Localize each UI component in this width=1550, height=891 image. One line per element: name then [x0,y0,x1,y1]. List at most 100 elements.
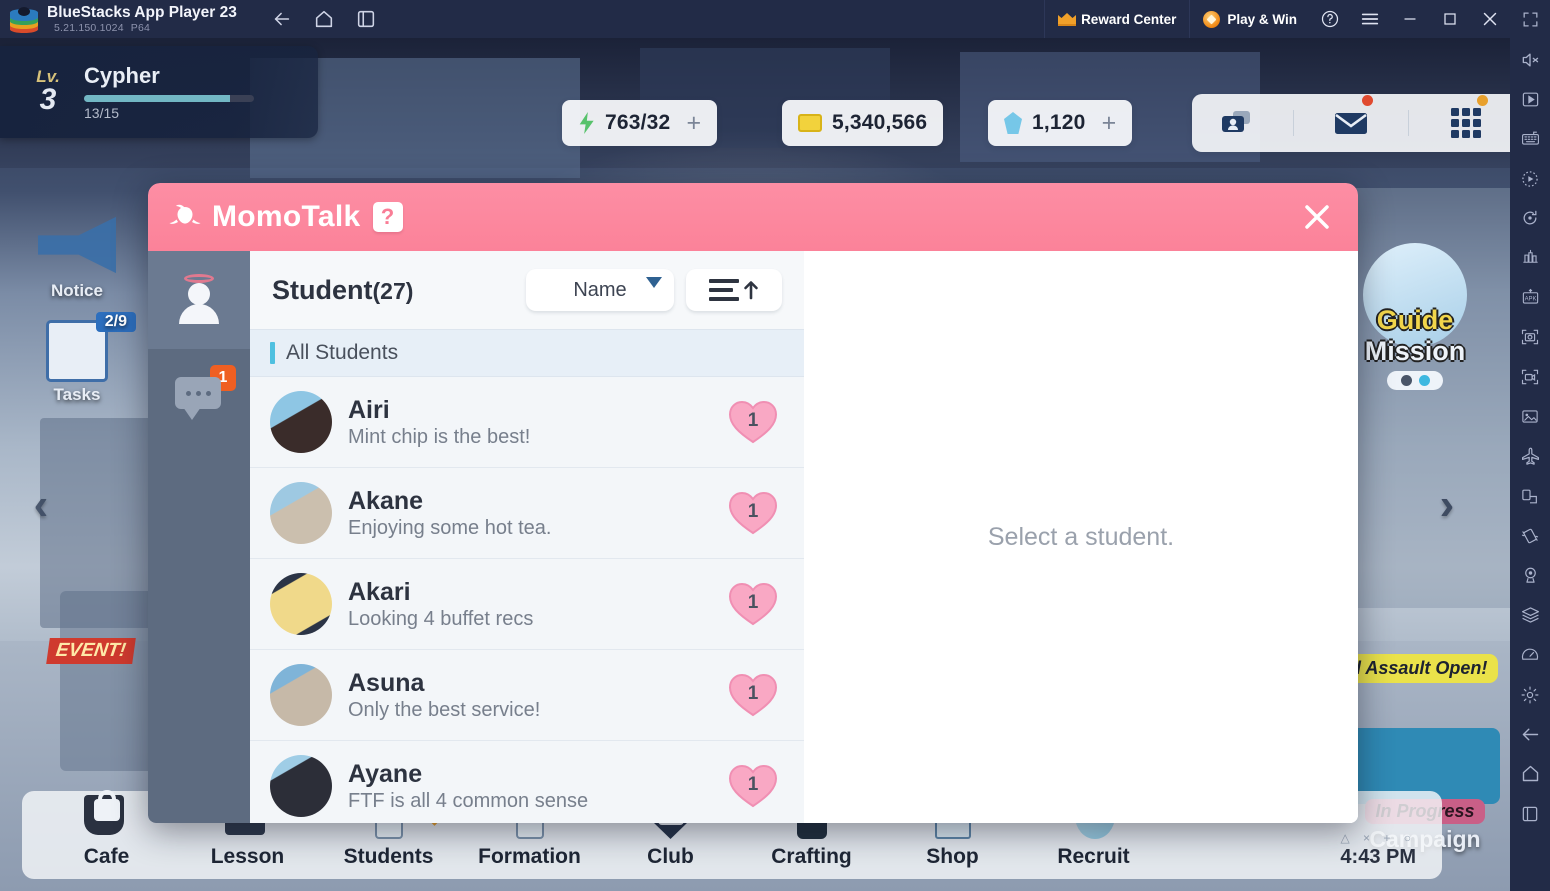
back-icon[interactable] [1510,714,1550,754]
titlebar-text-block: BlueStacks App Player 23 5.21.150.1024 P6… [47,4,237,34]
friends-icon[interactable] [1204,103,1268,143]
currency-gems[interactable]: 1,120 + [988,100,1133,146]
tasks-button[interactable]: 2/9 Tasks [22,312,136,405]
nav-label-club: Club [647,845,694,868]
currency-energy[interactable]: 763/32 + [562,100,718,146]
add-gems-button[interactable]: + [1102,109,1117,138]
avatar [270,664,332,726]
student-message: Only the best service! [348,698,541,721]
help-button[interactable]: ? [372,202,403,232]
sort-by-dropdown[interactable]: Name [526,269,674,311]
reward-center-button[interactable]: Reward Center [1044,0,1189,38]
recents-icon[interactable] [1510,794,1550,834]
student-group-row[interactable]: All Students [250,329,804,377]
divider [1293,110,1295,136]
apps-notification-dot [1476,95,1488,106]
group-accent-bar [270,342,275,364]
apps-grid-icon[interactable] [1434,95,1498,143]
close-icon[interactable] [1470,0,1510,38]
guide-mission-line1: Guide [1376,305,1454,335]
multi-instance-icon[interactable] [349,4,383,34]
rotate-icon[interactable] [1510,198,1550,238]
student-name: Akari [348,577,411,606]
student-info: Asuna Only the best service! [348,669,728,722]
momotalk-tab-rail: 1 [148,251,250,823]
home-icon[interactable] [307,4,341,34]
prev-page-arrow[interactable]: ‹ [18,478,64,532]
nav-label-recruit: Recruit [1057,845,1130,868]
install-apk-icon[interactable]: APK [1510,278,1550,318]
sort-by-value: Name [573,278,627,301]
tasks-badge: 2/9 [95,312,136,332]
heart-icon: 1 [728,490,778,536]
event-tag[interactable]: EVENT! [46,638,136,664]
mute-icon[interactable] [1510,40,1550,80]
group-label: All Students [286,341,399,364]
macro-play-icon[interactable] [1510,159,1550,199]
momotalk-body: 1 Student(27) Name All Students Airi Min… [148,251,1358,823]
nav-label-shop: Shop [926,845,979,868]
airplane-mode-icon[interactable] [1510,437,1550,477]
keyboard-controls-icon[interactable] [1510,119,1550,159]
table-row[interactable]: Akane Enjoying some hot tea. 1 [250,468,804,559]
screenshot-icon[interactable] [1510,318,1550,358]
back-icon[interactable] [265,4,299,34]
level-value: 3 [39,83,57,116]
table-row[interactable]: Airi Mint chip is the best! 1 [250,377,804,468]
currency-gems-value: 1,120 [1032,111,1086,134]
bluestacks-titlebar: BlueStacks App Player 23 5.21.150.1024 P6… [0,0,1550,38]
gem-icon [1004,112,1022,134]
pointer-overlay-icon[interactable] [1510,79,1550,119]
student-info: Akane Enjoying some hot tea. [348,487,728,540]
table-row[interactable]: Akari Looking 4 buffet recs 1 [250,559,804,650]
performance-meter-icon[interactable] [1510,635,1550,675]
android-nav-symbols: △ × + ○ [1340,831,1416,845]
assault-banner[interactable]: l Assault Open! [1345,654,1499,683]
student-avatar-icon [173,274,225,326]
media-manager-icon[interactable] [1510,397,1550,437]
next-page-arrow[interactable]: › [1424,478,1470,532]
student-list-title: Student(27) [272,275,526,306]
shake-icon[interactable] [1510,516,1550,556]
maximize-icon[interactable] [1430,0,1470,38]
student-detail-panel: Select a student. [804,251,1358,823]
arrow-up-icon [744,281,758,300]
students-tab[interactable] [148,251,250,349]
guide-mission-button[interactable]: Guide Mission [1335,243,1495,390]
table-row[interactable]: Asuna Only the best service! 1 [250,650,804,741]
sort-order-button[interactable] [686,269,782,311]
player-profile-panel[interactable]: Lv. 3 Cypher 13/15 [0,46,318,138]
titlebar-right-group: Reward Center Play & Win [1044,0,1550,38]
add-energy-button[interactable]: + [686,109,701,138]
game-viewport[interactable]: Lv. 3 Cypher 13/15 763/32 + 5,340,566 1,… [0,38,1510,891]
mail-icon[interactable] [1319,95,1383,143]
player-level-block: Lv. 3 [22,68,74,116]
multi-instance-manager-icon[interactable] [1510,238,1550,278]
megaphone-icon [38,216,116,274]
notice-button[interactable]: Notice [22,213,132,301]
guide-mission-progress [1387,371,1443,390]
heart-icon: 1 [728,581,778,627]
layers-icon[interactable] [1510,595,1550,635]
close-icon[interactable] [1294,194,1340,240]
chevron-down-icon [646,277,662,288]
student-name: Ayane [348,759,423,788]
home-icon[interactable] [1510,754,1550,794]
location-icon[interactable] [1510,556,1550,596]
table-row[interactable]: Ayane FTF is all 4 common sense 1 [250,741,804,823]
chats-tab[interactable]: 1 [148,349,250,447]
currency-credits[interactable]: 5,340,566 [782,100,944,146]
student-rows[interactable]: Airi Mint chip is the best! 1 Akane Enjo… [250,377,804,823]
play-and-win-button[interactable]: Play & Win [1189,0,1310,38]
settings-gear-icon[interactable] [1510,675,1550,715]
help-icon[interactable] [1310,0,1350,38]
hud-right-panel [1192,94,1510,152]
record-screen-icon[interactable] [1510,357,1550,397]
heart-icon: 1 [728,399,778,445]
minimize-icon[interactable] [1390,0,1430,38]
student-list-label: Student [272,274,373,305]
detail-placeholder: Select a student. [987,522,1175,551]
pip-icon[interactable] [1510,476,1550,516]
fullscreen-icon[interactable] [1510,0,1550,40]
hamburger-menu-icon[interactable] [1350,0,1390,38]
